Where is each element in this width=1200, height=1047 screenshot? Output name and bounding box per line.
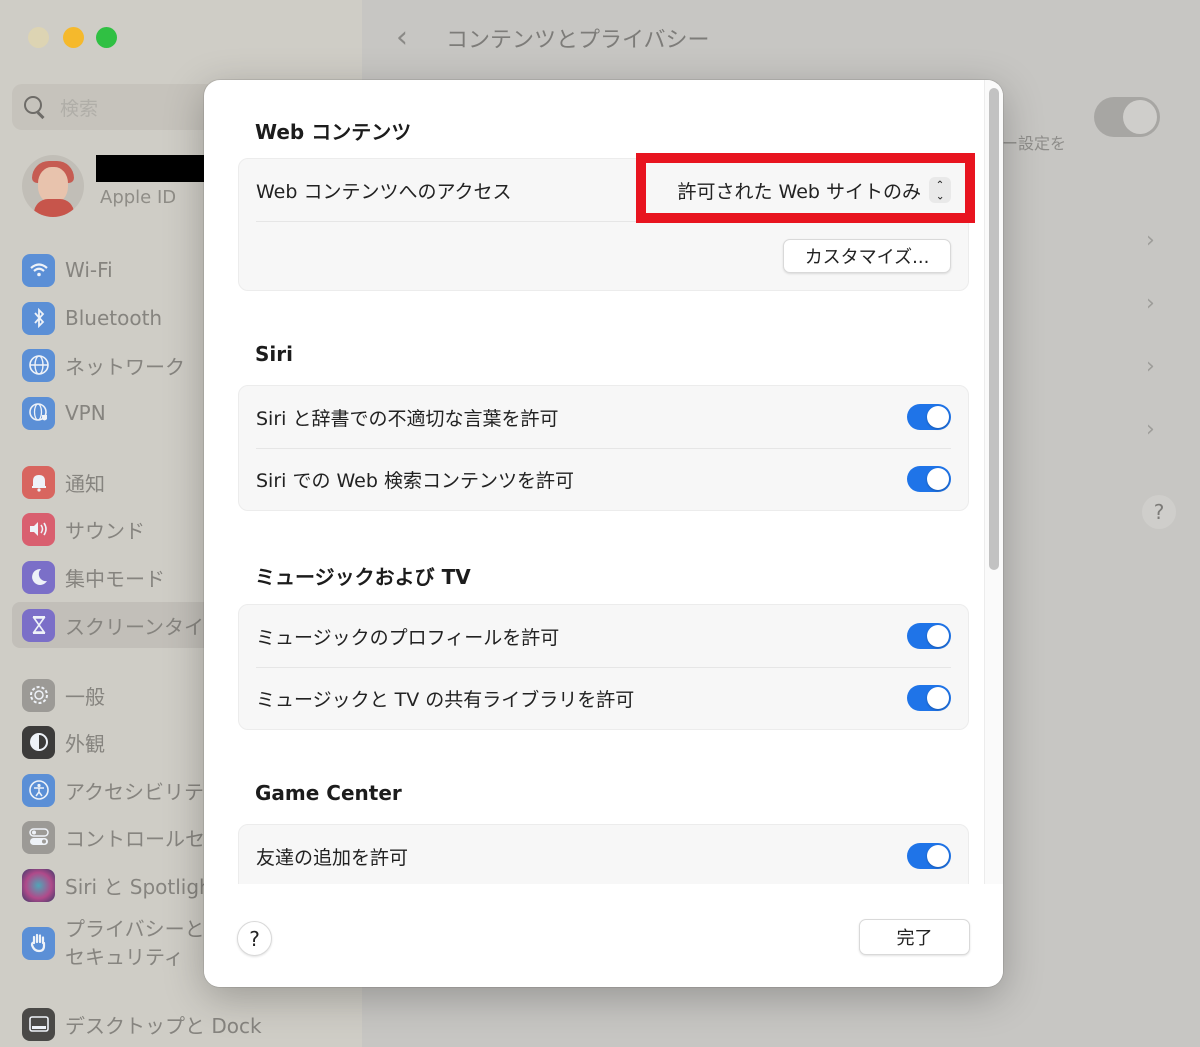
back-button[interactable]: ‹ [396,20,408,55]
accessibility-icon [22,773,55,807]
sidebar-item-label: 集中モード [65,566,165,591]
customize-row: カスタマイズ... [239,221,968,291]
redacted-name [96,155,204,182]
appearance-icon [22,725,55,759]
section-title-web-content: Web コンテンツ [255,120,412,144]
help-button[interactable]: ? [237,921,272,956]
sidebar-item-appearance[interactable]: 外観 [22,725,105,759]
sidebar-item-network[interactable]: ネットワーク [22,348,185,382]
search-placeholder: 検索 [60,97,99,120]
add-friends-toggle[interactable] [907,843,951,869]
hourglass-icon [22,608,55,642]
scrollbar-thumb[interactable] [989,88,999,570]
annotation-highlight-box [636,153,975,223]
sidebar-item-label: デスクトップと Dock [65,1013,262,1038]
row-label: Siri での Web 検索コンテンツを許可 [256,469,574,492]
music-tv-group: ミュージックのプロフィールを許可 ミュージックと TV の共有ライブラリを許可 [238,604,969,730]
sidebar-item-label: 外観 [65,731,105,756]
sidebar-item-privacy-security[interactable]: プライバシーと セキュリティ [22,915,205,971]
bluetooth-icon [22,301,55,335]
globe-icon [22,348,55,382]
chevron-right-icon[interactable]: › [1146,228,1155,253]
add-friends-row: 友達の追加を許可 [239,825,968,884]
search-icon [24,96,46,118]
section-title-siri: Siri [255,342,293,366]
music-profile-toggle[interactable] [907,623,951,649]
row-label: 友達の追加を許可 [256,846,409,869]
sidebar-item-label: VPN [65,401,106,425]
close-window-button[interactable] [28,27,49,48]
page-title: コンテンツとプライバシー [446,28,710,53]
done-button[interactable]: 完了 [859,919,970,955]
chevron-right-icon[interactable]: › [1146,354,1155,379]
music-tv-shared-library-toggle[interactable] [907,685,951,711]
bell-icon [22,465,55,499]
sidebar-item-notifications[interactable]: 通知 [22,465,105,499]
minimize-window-button[interactable] [63,27,84,48]
sidebar-item-label: Wi-Fi [65,258,113,282]
section-title-music-tv: ミュージックおよび TV [255,565,471,589]
vpn-globe-icon [22,396,55,430]
sidebar-item-label: プライバシーと セキュリティ [65,917,205,969]
chevron-right-icon[interactable]: › [1146,417,1155,442]
avatar [22,155,84,217]
row-label: ミュージックと TV の共有ライブラリを許可 [256,688,635,711]
content-settings-sheet: Web コンテンツ Web コンテンツへのアクセス 許可された Web サイトの… [204,80,1003,987]
sidebar-item-wifi[interactable]: Wi-Fi [22,253,113,287]
sidebar-item-vpn[interactable]: VPN [22,396,106,430]
sidebar-item-label: Siri と Spotlight [65,874,220,899]
dock-icon [22,1007,55,1041]
sidebar-item-label: 通知 [65,471,105,496]
background-toggle[interactable] [1094,97,1160,137]
wifi-icon [22,253,55,287]
moon-icon [22,560,55,594]
siri-web-search-row: Siri での Web 検索コンテンツを許可 [239,448,968,510]
scrollbar[interactable] [984,80,1003,884]
siri-inappropriate-language-toggle[interactable] [907,404,951,430]
customize-button[interactable]: カスタマイズ... [783,239,951,273]
siri-web-search-toggle[interactable] [907,466,951,492]
section-title-game-center: Game Center [255,781,402,805]
sidebar-item-sound[interactable]: サウンド [22,512,145,546]
sidebar-item-accessibility[interactable]: アクセシビリティ [22,773,223,807]
control-center-icon [22,820,55,854]
sheet-footer: ? 完了 [204,884,1003,987]
sidebar-item-label: ネットワーク [65,354,185,379]
background-help-button[interactable]: ? [1142,495,1176,529]
sidebar-item-label: サウンド [65,518,145,543]
chevron-right-icon[interactable]: › [1146,291,1155,316]
background-text-fragment: ー設定を [1002,134,1067,153]
music-tv-shared-library-row: ミュージックと TV の共有ライブラリを許可 [239,667,968,729]
sidebar-item-siri-spotlight[interactable]: Siri と Spotlight [22,868,220,902]
sidebar-item-label: スクリーンタイム [65,614,224,639]
sheet-scroll-area: Web コンテンツ Web コンテンツへのアクセス 許可された Web サイトの… [204,80,984,884]
apple-id-label: Apple ID [100,187,177,208]
speaker-icon [22,512,55,546]
game-center-group: 友達の追加を許可 [238,824,969,884]
sidebar-item-label: 一般 [65,684,105,709]
row-label: ミュージックのプロフィールを許可 [256,626,560,649]
sidebar-item-screen-time[interactable]: スクリーンタイム [22,608,224,642]
sidebar-item-label: Bluetooth [65,306,163,330]
sidebar-item-bluetooth[interactable]: Bluetooth [22,301,162,335]
row-label: Siri と辞書での不適切な言葉を許可 [256,407,559,430]
gear-icon [22,678,55,712]
siri-group: Siri と辞書での不適切な言葉を許可 Siri での Web 検索コンテンツを… [238,385,969,511]
sidebar-item-general[interactable]: 一般 [22,678,105,712]
siri-icon [22,868,55,902]
music-profile-row: ミュージックのプロフィールを許可 [239,605,968,667]
apple-id-item[interactable] [22,155,84,217]
sidebar-item-label: アクセシビリティ [65,779,223,804]
hand-icon [22,926,55,960]
siri-inappropriate-language-row: Siri と辞書での不適切な言葉を許可 [239,386,968,448]
maximize-window-button[interactable] [96,27,117,48]
sidebar-item-focus[interactable]: 集中モード [22,560,165,594]
sidebar-item-desktop-dock[interactable]: デスクトップと Dock [22,1007,262,1041]
